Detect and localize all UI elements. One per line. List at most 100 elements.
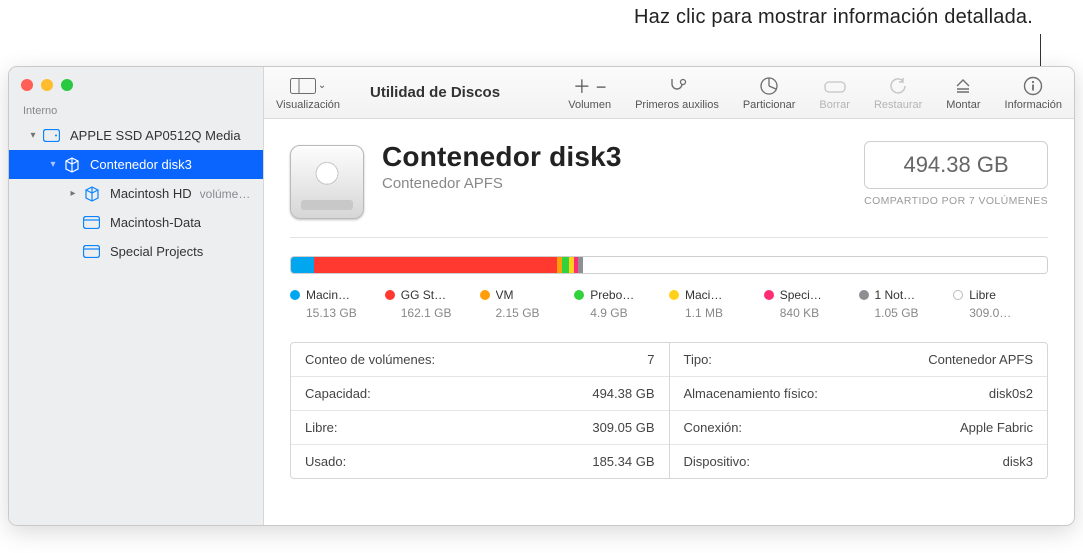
volume-header: Contenedor disk3 Contenedor APFS 494.38 … <box>290 141 1048 219</box>
usage-segment <box>291 257 314 273</box>
legend-name: VM <box>496 288 514 302</box>
firstaid-button[interactable]: Primeros auxilios <box>623 67 731 118</box>
legend-size: 1.1 MB <box>685 306 758 320</box>
legend-swatch-icon <box>290 290 300 300</box>
detail-key: Libre: <box>305 420 338 435</box>
usage-legend: Macin…15.13 GBGG St…162.1 GBVM2.15 GBPre… <box>290 288 1048 320</box>
restore-button: Restaurar <box>862 67 934 118</box>
legend-item[interactable]: GG St… 162.1 GB <box>385 288 480 320</box>
legend-item[interactable]: Speci… 840 KB <box>764 288 859 320</box>
toolbar-label: Primeros auxilios <box>635 99 719 111</box>
pie-icon <box>759 75 779 97</box>
legend-size: 162.1 GB <box>401 306 474 320</box>
disclosure-icon[interactable] <box>47 159 59 170</box>
legend-item[interactable]: Libre 309.0… <box>953 288 1048 320</box>
divider <box>290 237 1048 238</box>
legend-item[interactable]: Macin… 15.13 GB <box>290 288 385 320</box>
legend-swatch-icon <box>574 290 584 300</box>
legend-name: Libre <box>969 288 996 302</box>
legend-name: 1 Not… <box>875 288 916 302</box>
stethoscope-icon <box>667 75 687 97</box>
legend-swatch-icon <box>953 290 963 300</box>
sidebar-item-label: Macintosh-Data <box>110 215 201 230</box>
vol-icon <box>83 214 100 231</box>
detail-row: Capacidad: 494.38 GB <box>291 376 669 410</box>
detail-key: Dispositivo: <box>684 454 750 469</box>
toolbar-label: Restaurar <box>874 99 922 111</box>
sidebar-icon: ⌄ <box>290 75 326 97</box>
detail-row: Conteo de volúmenes: 7 <box>291 343 669 376</box>
view-button[interactable]: ⌄ Visualización <box>264 67 352 118</box>
detail-key: Conexión: <box>684 420 743 435</box>
sidebar-item[interactable]: Contenedor disk3 <box>9 150 263 179</box>
disclosure-icon[interactable] <box>67 188 79 199</box>
legend-size: 309.0… <box>969 306 1042 320</box>
toolbar-label: Montar <box>946 99 980 111</box>
legend-item[interactable]: 1 Not…1.05 GB <box>859 288 954 320</box>
plus-minus-icon: ＋ − <box>573 75 607 97</box>
legend-swatch-icon <box>669 290 679 300</box>
sidebar-item[interactable]: Macintosh HDvolúme… <box>9 179 263 208</box>
toolbar-label: Borrar <box>819 99 850 111</box>
disk-utility-window: Interno APPLE SSD AP0512Q MediaContenedo… <box>8 66 1075 526</box>
detail-value: disk0s2 <box>989 386 1033 401</box>
legend-name: Speci… <box>780 288 822 302</box>
disclosure-icon[interactable] <box>27 130 39 141</box>
usage-bar <box>290 256 1048 274</box>
mount-button[interactable]: Montar <box>934 67 992 118</box>
usage-segment <box>583 257 1047 273</box>
sidebar-item-label: APPLE SSD AP0512Q Media <box>70 128 241 143</box>
detail-value: 309.05 GB <box>592 420 654 435</box>
legend-size: 840 KB <box>780 306 853 320</box>
legend-swatch-icon <box>764 290 774 300</box>
legend-item[interactable]: Maci… 1.1 MB <box>669 288 764 320</box>
detail-value: Apple Fabric <box>960 420 1033 435</box>
legend-item[interactable]: VM2.15 GB <box>480 288 575 320</box>
sidebar-item-label: Macintosh HD <box>110 186 192 201</box>
legend-swatch-icon <box>859 290 869 300</box>
toolbar-label: Volumen <box>568 99 611 111</box>
legend-name: Prebo… <box>590 288 634 302</box>
sidebar-item[interactable]: Macintosh-Data <box>9 208 263 237</box>
detail-row: Usado:185.34 GB <box>291 444 669 478</box>
zoom-icon[interactable] <box>61 79 73 91</box>
toolbar-label: Información <box>1005 99 1062 111</box>
volume-subtitle: Contenedor APFS <box>382 175 622 192</box>
detail-key: Almacenamiento físico: <box>684 386 818 401</box>
legend-name: Macin… <box>306 288 350 302</box>
minimize-icon[interactable] <box>41 79 53 91</box>
detail-value: 185.34 GB <box>592 454 654 469</box>
drive-icon <box>290 145 364 219</box>
sidebar: Interno APPLE SSD AP0512Q MediaContenedo… <box>9 67 264 525</box>
sidebar-item[interactable]: Special Projects <box>9 237 263 266</box>
detail-key: Conteo de volúmenes: <box>305 352 435 367</box>
usage-segment <box>314 257 558 273</box>
detail-value: 494.38 GB <box>592 386 654 401</box>
details-left: Conteo de volúmenes: 7 Capacidad: 494.38 GB… <box>291 343 669 478</box>
partition-button[interactable]: Particionar <box>731 67 808 118</box>
legend-name: Maci… <box>685 288 722 302</box>
detail-value: 7 <box>647 352 654 367</box>
sidebar-tree: APPLE SSD AP0512Q MediaContenedor disk3M… <box>9 121 263 266</box>
detail-row: Conexión: Apple Fabric <box>670 410 1048 444</box>
legend-size: 15.13 GB <box>306 306 379 320</box>
legend-size: 4.9 GB <box>590 306 663 320</box>
hdd-icon <box>43 127 60 144</box>
details-tables: Conteo de volúmenes: 7 Capacidad: 494.38 GB… <box>290 342 1048 479</box>
info-button[interactable]: Información <box>993 67 1074 118</box>
cube-icon <box>83 185 100 202</box>
sidebar-item[interactable]: APPLE SSD AP0512Q Media <box>9 121 263 150</box>
capacity-subtext: COMPARTIDO POR 7 VOLÚMENES <box>864 195 1048 207</box>
detail-key: Capacidad: <box>305 386 371 401</box>
close-icon[interactable] <box>21 79 33 91</box>
legend-item[interactable]: Prebo… 4.9 GB <box>574 288 669 320</box>
volume-button[interactable]: ＋ − Volumen <box>556 67 623 118</box>
volume-title: Contenedor disk3 <box>382 141 622 173</box>
legend-name: GG St… <box>401 288 446 302</box>
detail-value: Contenedor APFS <box>928 352 1033 367</box>
detail-row: Libre: 309.05 GB <box>291 410 669 444</box>
detail-row: Dispositivo:disk3 <box>670 444 1048 478</box>
usage-segment <box>562 257 569 273</box>
detail-row: Tipo:Contenedor APFS <box>670 343 1048 376</box>
toolbar: ⌄ Visualización Utilidad de Discos ＋ − V… <box>264 67 1074 119</box>
